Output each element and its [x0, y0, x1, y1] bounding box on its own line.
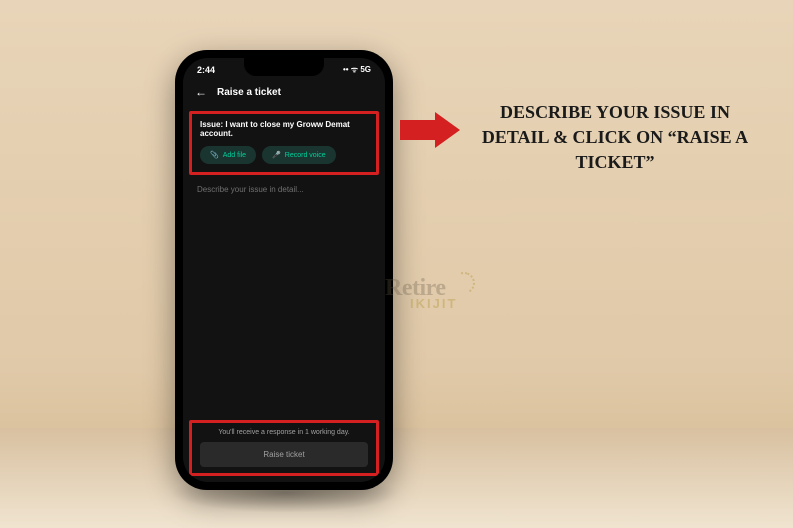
phone-notch: [244, 58, 324, 76]
raise-ticket-button[interactable]: Raise ticket: [200, 442, 368, 467]
floor-surface: [0, 428, 793, 528]
header-title: Raise a ticket: [217, 87, 281, 98]
instruction-text: DESCRIBE YOUR ISSUE IN DETAIL & CLICK ON…: [465, 100, 765, 176]
highlight-annotation-bottom: You'll receive a response in 1 working d…: [189, 420, 379, 476]
mic-icon: 🎤: [272, 151, 281, 159]
status-time: 2:44: [197, 65, 215, 75]
watermark-sub: IKIJIT: [410, 296, 457, 311]
phone-frame: 2:44 •• ᯤ 5G ← Raise a ticket Issue: I w…: [175, 50, 393, 490]
highlight-annotation-top: Issue: I want to close my Groww Demat ac…: [189, 111, 379, 175]
issue-textarea[interactable]: Describe your issue in detail...: [183, 175, 385, 420]
issue-label: Issue: I want to close my Groww Demat ac…: [200, 120, 368, 138]
textarea-placeholder: Describe your issue in detail...: [197, 185, 371, 194]
phone-screen: 2:44 •• ᯤ 5G ← Raise a ticket Issue: I w…: [183, 58, 385, 482]
record-voice-button[interactable]: 🎤 Record voice: [262, 146, 336, 164]
response-note: You'll receive a response in 1 working d…: [200, 429, 368, 436]
callout-arrow-icon: [400, 112, 460, 148]
add-file-button[interactable]: 📎 Add file: [200, 146, 256, 164]
add-file-label: Add file: [223, 152, 246, 159]
record-voice-label: Record voice: [285, 152, 326, 159]
attachment-buttons-row: 📎 Add file 🎤 Record voice: [200, 146, 368, 164]
watermark-icon: [450, 269, 478, 297]
status-icons: •• ᯤ 5G: [343, 64, 371, 75]
screen-header: ← Raise a ticket: [183, 77, 385, 107]
back-arrow-icon[interactable]: ←: [195, 85, 207, 99]
attachment-icon: 📎: [210, 151, 219, 159]
